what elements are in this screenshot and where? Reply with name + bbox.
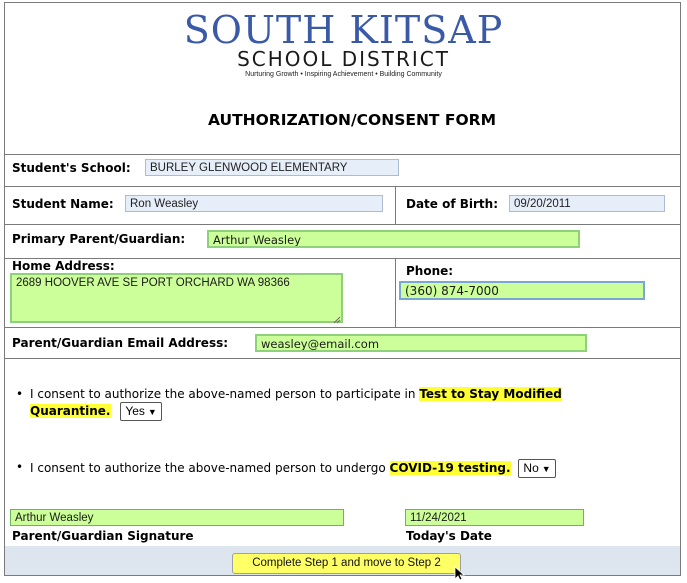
dob-label: Date of Birth:: [406, 197, 499, 211]
highlight-text: COVID-19 testing.: [389, 461, 511, 475]
phone-label: Phone:: [406, 264, 454, 278]
divider: [395, 186, 396, 224]
todays-date-field[interactable]: 11/24/2021: [405, 509, 584, 526]
address-field[interactable]: 2689 HOOVER AVE SE PORT ORCHARD WA 98366: [10, 273, 343, 323]
consent-text: I consent to authorize the above-named p…: [30, 461, 386, 475]
divider: [5, 224, 680, 225]
guardian-label: Primary Parent/Guardian:: [12, 232, 186, 246]
address-label: Home Address:: [12, 259, 115, 273]
logo-tagline: Nurturing Growth • Inspiring Achievement…: [245, 71, 442, 78]
divider: [5, 358, 680, 359]
divider: [395, 258, 396, 327]
quarantine-consent-select[interactable]: Yes ▼: [120, 402, 162, 421]
email-field[interactable]: weasley@email.com: [255, 334, 587, 352]
testing-consent-select[interactable]: No ▼: [518, 459, 556, 478]
bullet-icon: •: [16, 387, 24, 401]
highlight-text: Test to Stay Modified: [419, 387, 562, 401]
chevron-down-icon: ▼: [541, 464, 551, 474]
consent-text: I consent to authorize the above-named p…: [30, 387, 416, 401]
bullet-icon: •: [16, 460, 24, 474]
school-label: Student's School:: [12, 161, 131, 175]
email-label: Parent/Guardian Email Address:: [12, 336, 229, 350]
select-value: Yes: [125, 404, 145, 418]
divider: [5, 327, 680, 328]
logo-subtitle: SCHOOL DISTRICT: [237, 47, 450, 71]
signature-field[interactable]: Arthur Weasley: [10, 509, 344, 526]
student-name-field[interactable]: Ron Weasley: [125, 195, 383, 212]
dob-field[interactable]: 09/20/2011: [509, 195, 665, 212]
signature-label: Parent/Guardian Signature: [12, 529, 194, 543]
form-title: AUTHORIZATION/CONSENT FORM: [207, 111, 497, 129]
chevron-down-icon: ▼: [147, 407, 157, 417]
consent-item-quarantine: • I consent to authorize the above-named…: [16, 386, 666, 421]
divider: [5, 154, 680, 155]
phone-field[interactable]: (360) 874-7000: [399, 281, 645, 300]
consent-item-testing: • I consent to authorize the above-named…: [16, 459, 666, 478]
student-name-label: Student Name:: [12, 197, 114, 211]
logo-title: SOUTH KITSAP: [183, 8, 504, 52]
school-field[interactable]: BURLEY GLENWOOD ELEMENTARY: [145, 159, 399, 176]
divider: [5, 186, 680, 187]
complete-step-1-button[interactable]: Complete Step 1 and move to Step 2: [232, 553, 461, 574]
guardian-field[interactable]: Arthur Weasley: [207, 230, 580, 248]
resize-grip-icon[interactable]: [333, 313, 341, 324]
select-value: No: [523, 461, 539, 475]
todays-date-label: Today's Date: [406, 529, 492, 543]
district-logo: SOUTH KITSAP SCHOOL DISTRICT Nurturing G…: [0, 10, 687, 78]
highlight-text: Quarantine.: [30, 404, 111, 418]
